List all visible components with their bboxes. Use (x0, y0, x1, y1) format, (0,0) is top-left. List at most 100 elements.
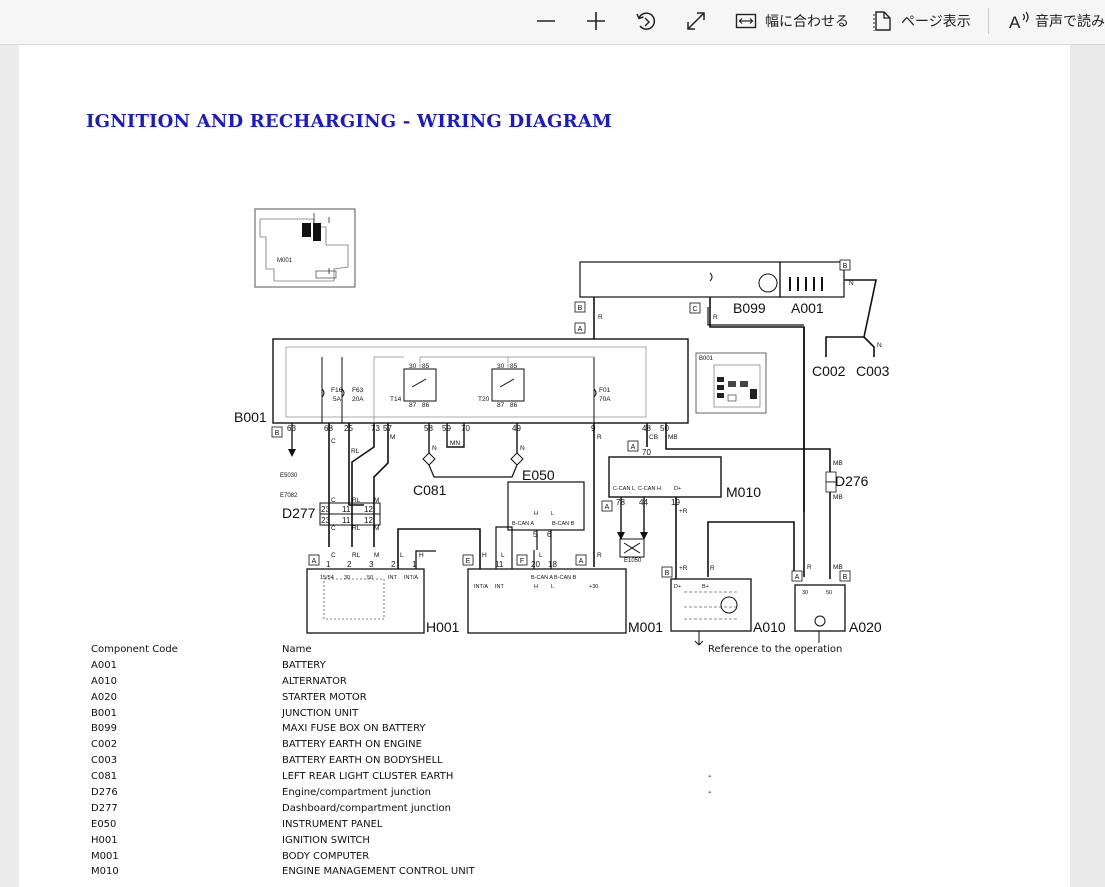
wire-code: M (374, 525, 379, 532)
label-c003: C003 (856, 363, 890, 379)
terminal-label: H (534, 511, 538, 517)
cell-code: M010 (91, 866, 119, 878)
fit-width-icon (735, 13, 757, 29)
terminal-label: 50 (367, 575, 373, 581)
cell-name: ALTERNATOR (282, 675, 347, 687)
pin-label: 86 (422, 402, 430, 409)
terminal-label: C-CAN L (613, 486, 635, 492)
wire-code: +R (679, 508, 688, 515)
b099-box (579, 261, 781, 298)
page-view-button[interactable]: ページ表示 (873, 6, 971, 36)
wire-code: MN (450, 440, 460, 447)
wire-code: L (501, 552, 505, 559)
cell-name: ENGINE MANAGEMENT CONTROL UNIT (282, 866, 475, 878)
zoom-in-button[interactable] (584, 6, 608, 36)
label-b001: B001 (234, 409, 267, 425)
pin-label: 6 (547, 530, 552, 539)
label-e050: E050 (522, 467, 555, 483)
wire-code: C (331, 525, 336, 532)
pin-label: 44 (639, 498, 648, 507)
pin-label: 20 (531, 560, 540, 569)
pin-label: 11 (342, 516, 351, 525)
cell-name: BATTERY EARTH ON ENGINE (282, 739, 422, 751)
pin-label: 87 (409, 402, 417, 409)
cell-name: JUNCTION UNIT (282, 707, 359, 719)
cell-reference: - (708, 787, 712, 799)
wire-code: L (539, 552, 543, 559)
pin-label: 19 (671, 498, 680, 507)
cell-name: BATTERY EARTH ON BODYSHELL (282, 755, 443, 767)
cell-code: C081 (91, 771, 118, 783)
pin-label: 68 (324, 424, 333, 433)
wiring-diagram: B A C B B A A A E F A B A B B001 B099 A0… (234, 208, 890, 646)
terminal-label: L (551, 584, 554, 590)
wire-code: N (877, 342, 882, 349)
terminal-label: 50 (826, 590, 832, 596)
wire-code: R (713, 314, 718, 321)
column-header-reference: Reference to the operation (708, 644, 843, 655)
cell-code: C002 (91, 739, 118, 751)
wire-code: +R (679, 565, 688, 572)
terminal-label: H (534, 584, 538, 590)
terminal-label: B+ (702, 584, 709, 590)
cell-code: A001 (91, 659, 117, 671)
wire-code: R (598, 314, 603, 321)
pdf-toolbar: 幅に合わせる ページ表示 A 音声で読み (0, 0, 1105, 45)
cell-name: STARTER MOTOR (282, 691, 367, 703)
page-title: IGNITION AND RECHARGING - WIRING DIAGRAM (86, 111, 613, 132)
fuse-f01: F01 (599, 387, 611, 394)
label-d276: D276 (835, 473, 869, 489)
wire-code: C (331, 438, 336, 445)
wire-code: R (597, 434, 602, 441)
wire-code: R (807, 564, 812, 571)
cell-name: Dashboard/compartment junction (282, 802, 451, 814)
cell-name: INSTRUMENT PANEL (282, 818, 383, 830)
label-e1050: E1050 (624, 558, 642, 564)
wire-code: RL (351, 448, 360, 455)
label-c002: C002 (812, 363, 846, 379)
connector-f: F (520, 558, 524, 565)
label-a020: A020 (849, 619, 882, 635)
fuse-f63-rating: 20A (352, 396, 364, 403)
pin-label: 57 (383, 424, 392, 433)
wire-code: R (710, 565, 715, 572)
pin-label: 50 (660, 424, 669, 433)
pin-label: 18 (548, 560, 557, 569)
terminal-label: L (551, 511, 554, 517)
pin-label: 23 (321, 516, 330, 525)
wire-code: MB (833, 494, 843, 501)
connector-a: A (579, 558, 584, 565)
connector-a: A (795, 574, 800, 581)
page-view-label: ページ表示 (901, 13, 971, 29)
label-a010: A010 (753, 619, 786, 635)
terminal-label: INT (388, 575, 398, 581)
pin-label: 30 (497, 363, 505, 370)
cell-name: MAXI FUSE BOX ON BATTERY (282, 723, 426, 735)
pin-label: 58 (424, 424, 433, 433)
pin-label: 73 (371, 424, 380, 433)
wire-code: H (419, 552, 424, 559)
terminal-label: B-CAN B (554, 575, 577, 581)
cell-code: H001 (91, 834, 118, 846)
connector-b: B (843, 263, 848, 270)
pin-label: 63 (287, 424, 296, 433)
zoom-out-button[interactable] (534, 6, 558, 36)
fit-width-button[interactable]: 幅に合わせる (735, 6, 849, 36)
connector-e: E (466, 558, 471, 565)
connector-b: B (843, 574, 848, 581)
rotate-button[interactable] (634, 6, 658, 36)
cell-code: D276 (91, 787, 118, 799)
b001-box (272, 338, 689, 424)
cell-name: Engine/compartment junction (282, 787, 431, 799)
terminal-label: +30 (589, 584, 598, 590)
label-a001: A001 (791, 300, 824, 316)
pin-label: 2 (391, 560, 396, 569)
scrollbar-track[interactable] (1070, 45, 1105, 887)
cell-code: C003 (91, 755, 118, 767)
label-d277: D277 (282, 505, 316, 521)
fullscreen-button[interactable] (684, 6, 708, 36)
connector-b: B (578, 305, 583, 312)
pin-label: 23 (321, 505, 330, 514)
label-m001: M001 (628, 619, 663, 635)
read-aloud-button[interactable]: A 音声で読み (1008, 6, 1105, 36)
